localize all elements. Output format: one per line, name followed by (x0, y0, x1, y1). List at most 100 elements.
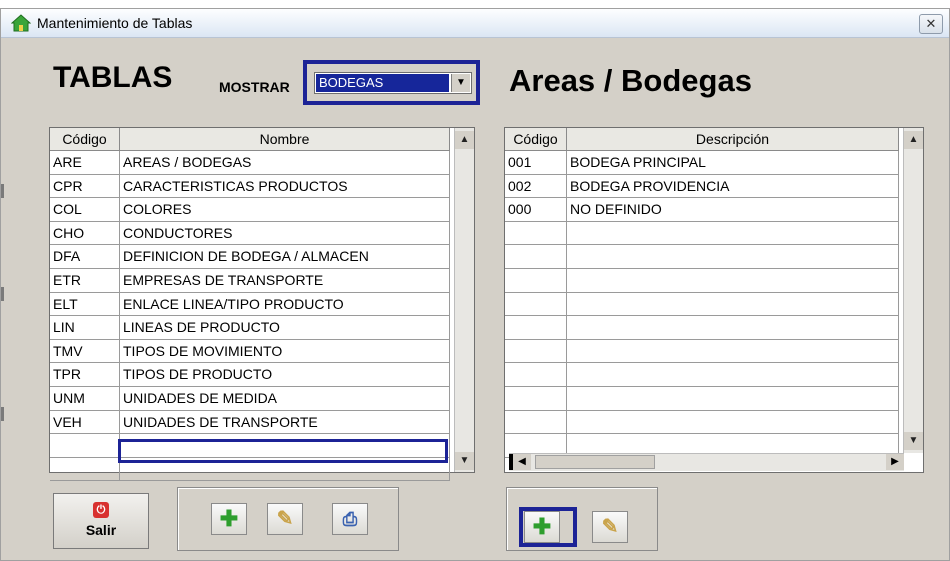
nombre-cell[interactable] (567, 221, 899, 245)
window-edge-mark (1, 184, 4, 198)
scroll-down-icon[interactable]: ▼ (904, 432, 923, 450)
horizontal-scroll-thumb[interactable] (535, 455, 655, 469)
codigo-cell[interactable]: VEH (50, 410, 120, 434)
table-row[interactable]: VEH UNIDADES DE TRANSPORTE (50, 410, 450, 435)
codigo-cell[interactable] (505, 292, 567, 316)
scroll-up-icon[interactable]: ▲ (455, 131, 474, 149)
nombre-cell[interactable] (567, 316, 899, 339)
codigo-cell[interactable] (505, 410, 567, 434)
table-row[interactable]: CHO CONDUCTORES (50, 221, 450, 246)
codigo-cell[interactable]: LIN (50, 316, 120, 339)
areas-vertical-scrollbar[interactable]: ▲ ▼ (903, 128, 923, 453)
print-tabla-button[interactable]: ⎙ (332, 503, 368, 535)
table-row[interactable] (505, 363, 899, 387)
nombre-cell[interactable] (567, 410, 899, 434)
codigo-cell[interactable] (505, 316, 567, 339)
scroll-down-icon[interactable]: ▼ (455, 452, 474, 470)
codigo-cell[interactable] (50, 457, 120, 481)
codigo-cell[interactable] (505, 363, 567, 386)
nombre-cell[interactable]: TIPOS DE PRODUCTO (120, 363, 450, 386)
nombre-cell[interactable]: NO DEFINIDO (567, 198, 899, 221)
scroll-up-icon[interactable]: ▲ (904, 131, 923, 149)
codigo-cell[interactable]: 000 (505, 198, 567, 221)
table-row[interactable]: LIN LINEAS DE PRODUCTO (50, 316, 450, 340)
nombre-cell[interactable] (567, 386, 899, 410)
codigo-cell[interactable] (505, 386, 567, 410)
edit-tabla-button[interactable]: ✎ (267, 503, 303, 535)
codigo-cell[interactable] (505, 339, 567, 363)
codigo-cell[interactable]: ARE (50, 151, 120, 174)
nombre-cell[interactable]: CARACTERISTICAS PRODUCTOS (120, 174, 450, 198)
mostrar-combo-focus: BODEGAS ▼ (303, 60, 480, 105)
salir-button[interactable]: ⏻ Salir (53, 493, 149, 549)
nombre-cell[interactable]: AREAS / BODEGAS (120, 151, 450, 174)
tablas-grid[interactable]: Código Nombre ARE AREAS / BODEGAS CPR CARAC… (49, 127, 475, 482)
table-row[interactable]: ARE AREAS / BODEGAS (50, 151, 450, 175)
codigo-cell[interactable]: DFA (50, 245, 120, 268)
nombre-cell[interactable]: TIPOS DE MOVIMIENTO (120, 339, 450, 363)
nombre-cell[interactable]: DEFINICION DE BODEGA / ALMACEN (120, 245, 450, 268)
table-row[interactable]: 000 NO DEFINIDO (505, 198, 899, 222)
table-row[interactable]: 001 BODEGA PRINCIPAL (505, 151, 899, 175)
codigo-cell[interactable] (505, 268, 567, 292)
table-row[interactable] (505, 410, 899, 435)
table-row[interactable] (505, 316, 899, 340)
table-row[interactable]: 002 BODEGA PROVIDENCIA (505, 174, 899, 199)
tablas-vertical-scrollbar[interactable]: ▲ ▼ (454, 128, 474, 472)
table-row[interactable]: ELT ENLACE LINEA/TIPO PRODUCTO (50, 292, 450, 317)
nombre-cell[interactable]: BODEGA PROVIDENCIA (567, 174, 899, 198)
table-row[interactable] (505, 245, 899, 269)
areas-horizontal-scrollbar[interactable]: ◀ ▶ (509, 453, 904, 471)
codigo-cell[interactable] (50, 434, 120, 457)
table-row[interactable] (505, 339, 899, 364)
column-header-codigo[interactable]: Código (50, 128, 120, 150)
codigo-cell[interactable]: CHO (50, 221, 120, 245)
nombre-cell[interactable] (567, 268, 899, 292)
table-row[interactable] (505, 221, 899, 246)
chevron-down-icon[interactable]: ▼ (451, 74, 470, 92)
column-header-codigo[interactable]: Código (505, 128, 567, 150)
column-header-nombre[interactable]: Nombre (120, 128, 450, 150)
nombre-cell[interactable]: COLORES (120, 198, 450, 221)
codigo-cell[interactable] (505, 221, 567, 245)
nombre-cell[interactable] (567, 363, 899, 386)
nombre-cell[interactable] (567, 292, 899, 316)
edit-area-button[interactable]: ✎ (592, 511, 628, 543)
codigo-cell[interactable]: 001 (505, 151, 567, 174)
codigo-cell[interactable] (505, 245, 567, 268)
nombre-cell[interactable]: UNIDADES DE TRANSPORTE (120, 410, 450, 434)
nombre-cell[interactable]: BODEGA PRINCIPAL (567, 151, 899, 174)
codigo-cell[interactable]: ETR (50, 268, 120, 292)
nombre-cell[interactable] (567, 245, 899, 268)
table-row[interactable]: CPR CARACTERISTICAS PRODUCTOS (50, 174, 450, 199)
codigo-cell[interactable]: UNM (50, 386, 120, 410)
mostrar-select[interactable]: BODEGAS ▼ (314, 72, 472, 94)
table-row[interactable]: COL COLORES (50, 198, 450, 222)
add-tabla-button[interactable]: ✚ (211, 503, 247, 535)
nombre-cell[interactable]: LINEAS DE PRODUCTO (120, 316, 450, 339)
nombre-cell[interactable] (567, 339, 899, 363)
table-row[interactable] (505, 268, 899, 293)
codigo-cell[interactable]: 002 (505, 174, 567, 198)
table-row[interactable]: DFA DEFINICION DE BODEGA / ALMACEN (50, 245, 450, 269)
scroll-right-icon[interactable]: ▶ (886, 454, 904, 470)
codigo-cell[interactable]: TPR (50, 363, 120, 386)
table-row[interactable]: TMV TIPOS DE MOVIMIENTO (50, 339, 450, 364)
column-header-descripcion[interactable]: Descripción (567, 128, 899, 150)
scroll-left-icon[interactable]: ◀ (513, 454, 531, 470)
table-row[interactable]: ETR EMPRESAS DE TRANSPORTE (50, 268, 450, 293)
table-row[interactable]: UNM UNIDADES DE MEDIDA (50, 386, 450, 411)
close-button[interactable]: ✕ (919, 14, 943, 34)
codigo-cell[interactable]: CPR (50, 174, 120, 198)
areas-bodegas-grid[interactable]: Código Descripción 001 BODEGA PRINCIPAL 00… (504, 127, 924, 473)
table-row[interactable] (505, 386, 899, 411)
codigo-cell[interactable]: COL (50, 198, 120, 221)
nombre-cell[interactable]: CONDUCTORES (120, 221, 450, 245)
codigo-cell[interactable]: TMV (50, 339, 120, 363)
nombre-cell[interactable]: ENLACE LINEA/TIPO PRODUCTO (120, 292, 450, 316)
table-row[interactable] (505, 292, 899, 317)
nombre-cell[interactable]: UNIDADES DE MEDIDA (120, 386, 450, 410)
codigo-cell[interactable]: ELT (50, 292, 120, 316)
table-row[interactable]: TPR TIPOS DE PRODUCTO (50, 363, 450, 387)
nombre-cell[interactable]: EMPRESAS DE TRANSPORTE (120, 268, 450, 292)
